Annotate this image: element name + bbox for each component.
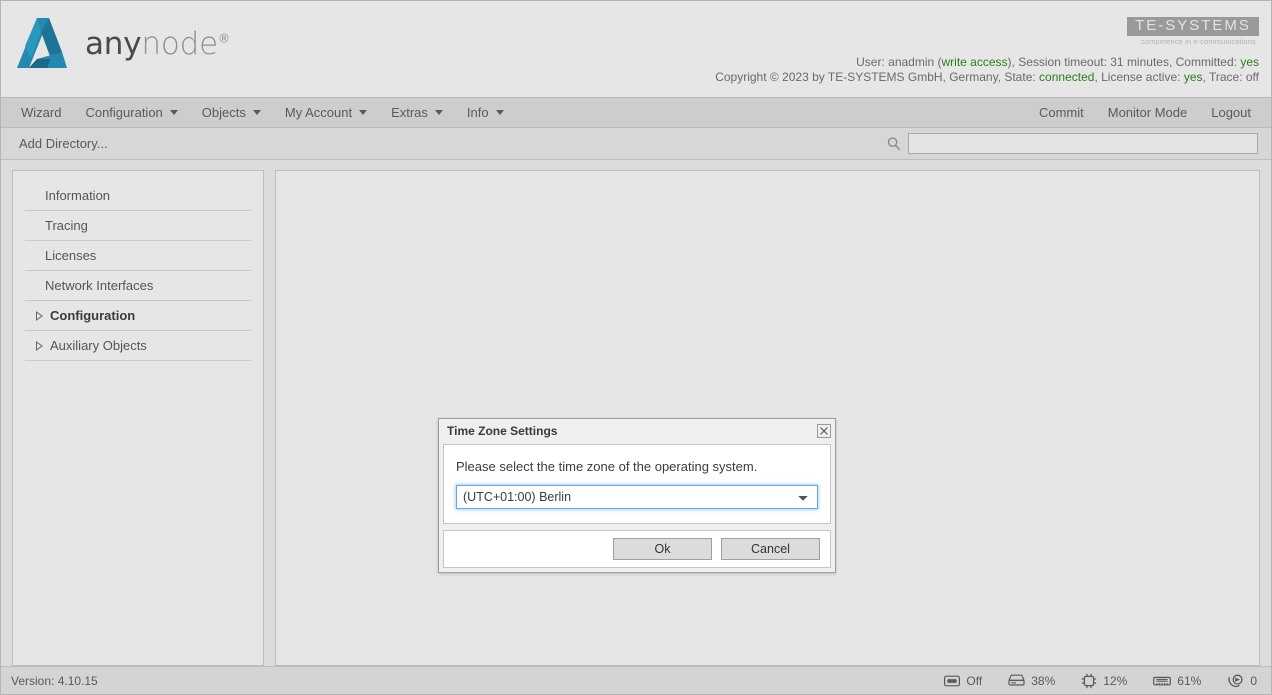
navigation-sidebar: Information Tracing Licenses Network Int… [12,170,264,666]
sidebar-item-information[interactable]: Information [25,181,251,211]
status-trace-suffix: , Trace: off [1203,70,1259,84]
nav-item-wizard[interactable]: Wizard [9,98,73,127]
dialog-title: Time Zone Settings [447,424,557,438]
nav-item-label: Wizard [21,105,61,120]
vendor-name: TE-SYSTEMS [1127,17,1259,36]
expand-triangle-icon[interactable] [33,310,45,322]
sidebar-item-label: Tracing [45,218,88,233]
dialog-body: Please select the time zone of the opera… [443,444,831,524]
status-metric-value: 0 [1250,674,1257,688]
status-state-value: connected [1039,70,1094,84]
header-status-line1: User: anadmin (write access), Session ti… [715,55,1259,70]
sidebar-item-label: Information [45,188,110,203]
nav-item-label: Extras [391,105,428,120]
nav-left-group: Wizard Configuration Objects My Account … [1,98,516,127]
sidebar-item-configuration[interactable]: Configuration [25,301,251,331]
nav-item-my-account[interactable]: My Account [273,98,379,127]
close-icon[interactable] [817,424,831,438]
brand-word-node: node [141,26,218,62]
secondary-toolbar: Add Directory... [1,128,1271,160]
chevron-down-icon [359,110,367,115]
status-metric-memory: 61% [1153,674,1201,688]
sidebar-item-network-interfaces[interactable]: Network Interfaces [25,271,251,301]
brand-logo: anynode® [15,12,230,74]
recording-tape-icon [944,675,960,687]
status-write-access: write access [942,55,1008,69]
close-x-glyph [819,426,829,436]
brand-wordmark: anynode® [85,26,230,62]
status-license-value: yes [1184,70,1203,84]
anynode-logo-icon [15,12,77,74]
chevron-down-icon [253,110,261,115]
status-bar: Version: 4.10.15 Off 38% [1,666,1271,694]
timezone-select[interactable]: (UTC+01:00) Berlin [456,485,818,509]
status-metric-value: 12% [1103,674,1127,688]
sidebar-item-label: Configuration [50,308,135,323]
search-input[interactable] [908,133,1258,154]
nav-right-group: Commit Monitor Mode Logout [1027,98,1271,127]
chevron-down-icon [496,110,504,115]
main-navigation-bar: Wizard Configuration Objects My Account … [1,97,1271,128]
time-zone-settings-dialog: Time Zone Settings Please select the tim… [438,418,836,573]
dialog-prompt: Please select the time zone of the opera… [456,459,818,474]
brand-registered-mark: ® [218,32,230,46]
sidebar-item-label: Auxiliary Objects [50,338,147,353]
main-body: Information Tracing Licenses Network Int… [1,160,1271,666]
vendor-logo: TE-SYSTEMS competence in e-communication… [1127,17,1259,46]
sidebar-item-label: Network Interfaces [45,278,153,293]
nav-item-info[interactable]: Info [455,98,516,127]
status-metric-calls: 0 [1227,673,1257,689]
expand-triangle-icon[interactable] [33,340,45,352]
sidebar-item-licenses[interactable]: Licenses [25,241,251,271]
app-header: anynode® TE-SYSTEMS competence in e-comm… [1,1,1271,97]
nav-item-monitor-mode[interactable]: Monitor Mode [1096,98,1199,127]
nav-item-label: Commit [1039,105,1084,120]
sidebar-item-tracing[interactable]: Tracing [25,211,251,241]
cancel-button[interactable]: Cancel [721,538,820,560]
status-metric-value: Off [966,674,982,688]
status-metric-value: 38% [1031,674,1055,688]
nav-item-logout[interactable]: Logout [1199,98,1263,127]
cpu-chip-icon [1081,673,1097,689]
nav-item-label: Configuration [85,105,162,120]
brand-word-any: any [85,26,141,62]
nav-item-configuration[interactable]: Configuration [73,98,189,127]
nav-item-extras[interactable]: Extras [379,98,455,127]
search-icon [886,136,902,152]
nav-item-label: Objects [202,105,246,120]
anynode-web-app: anynode® TE-SYSTEMS competence in e-comm… [0,0,1272,695]
nav-item-commit[interactable]: Commit [1027,98,1096,127]
status-committed-value: yes [1240,55,1259,69]
sidebar-item-label: Licenses [45,248,96,263]
chevron-down-icon [170,110,178,115]
memory-ram-icon [1153,675,1171,687]
header-status-text: User: anadmin (write access), Session ti… [715,55,1259,85]
status-metric-value: 61% [1177,674,1201,688]
status-metric-disk: 38% [1008,674,1055,688]
nav-item-label: Info [467,105,489,120]
nav-item-label: Monitor Mode [1108,105,1187,120]
status-license-middle: , License active: [1094,70,1183,84]
dialog-title-bar: Time Zone Settings [441,421,833,441]
header-status-line2: Copyright © 2023 by TE-SYSTEMS GmbH, Ger… [715,70,1259,85]
status-session-middle: ), Session timeout: 31 minutes, Committe… [1008,55,1241,69]
status-metric-cpu: 12% [1081,673,1127,689]
version-label: Version: 4.10.15 [11,674,98,688]
dialog-footer: Ok Cancel [443,530,831,568]
calls-phone-icon [1227,673,1244,689]
nav-item-label: Logout [1211,105,1251,120]
status-copyright-prefix: Copyright © 2023 by TE-SYSTEMS GmbH, Ger… [715,70,1039,84]
nav-item-objects[interactable]: Objects [190,98,273,127]
sidebar-item-auxiliary-objects[interactable]: Auxiliary Objects [25,331,251,361]
vendor-tagline: competence in e-communications. [1127,37,1259,46]
nav-item-label: My Account [285,105,352,120]
status-metrics: Off 38% [944,673,1257,689]
add-directory-button[interactable]: Add Directory... [1,136,108,151]
chevron-down-icon [435,110,443,115]
status-metric-recording: Off [944,674,982,688]
search-area [886,133,1271,154]
status-user-prefix: User: anadmin ( [856,55,941,69]
ok-button[interactable]: Ok [613,538,712,560]
hard-disk-icon [1008,674,1025,687]
